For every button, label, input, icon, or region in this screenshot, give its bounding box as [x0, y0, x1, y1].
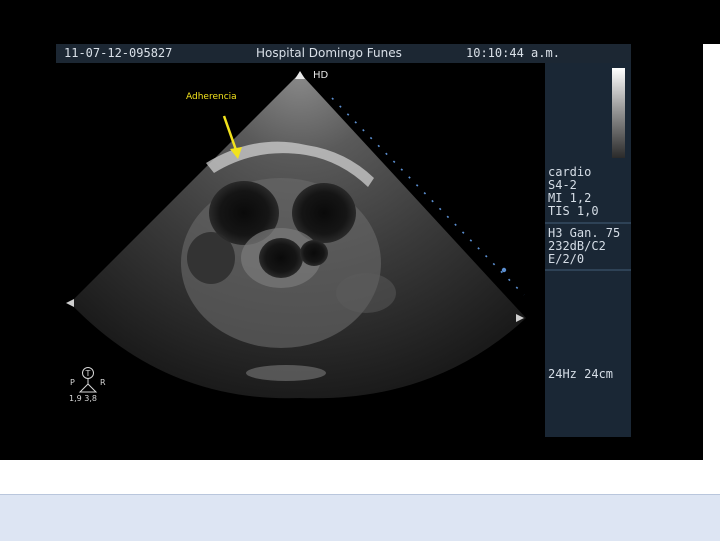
preset-block: cardio S4-2 MI 1,2 TIS 1,0: [548, 166, 599, 218]
orientation-right-label: R: [100, 378, 106, 387]
footer-bar: [0, 494, 720, 541]
orientation-center-label: T: [85, 369, 91, 378]
sector-scan: [66, 71, 526, 399]
scan-time: 10:10:44 a.m.: [466, 46, 560, 60]
left-edge-tick: [66, 299, 74, 307]
frame-rate-depth: 24Hz 24cm: [548, 367, 614, 381]
thermal-index: TIS 1,0: [548, 204, 599, 218]
orientation-left-label: P: [70, 378, 75, 387]
grayscale-bar: [612, 68, 625, 158]
study-id: 11-07-12-095827: [64, 46, 173, 60]
probe-orientation-icon: [295, 71, 305, 79]
annotation-label: Adherencia: [186, 92, 237, 102]
focus-marker: [501, 267, 507, 273]
rate-block: 24Hz 24cm: [548, 368, 613, 381]
persistence: E/2/0: [548, 252, 585, 266]
speckle-bottom: [246, 365, 326, 381]
scan-header-bar: 11-07-12-095827 Hospital Domingo Funes 1…: [56, 44, 631, 63]
panel-divider: [545, 222, 631, 224]
panel-divider: [545, 269, 631, 271]
hospital-name: Hospital Domingo Funes: [256, 46, 402, 60]
chamber-left-lower: [187, 232, 235, 284]
chamber-small: [300, 240, 328, 266]
ultrasound-image: [56, 63, 545, 460]
gain-block: H3 Gan. 75 232dB/C2 E/2/0: [548, 227, 620, 266]
probe-marker-label: HD: [313, 70, 329, 81]
display-notch: [703, 44, 720, 460]
speckle-right: [336, 273, 396, 313]
chamber-center: [259, 238, 303, 278]
orientation-values: 1,9 3,8: [69, 394, 97, 403]
orientation-indicator: T P R 1,9 3,8: [66, 366, 110, 406]
